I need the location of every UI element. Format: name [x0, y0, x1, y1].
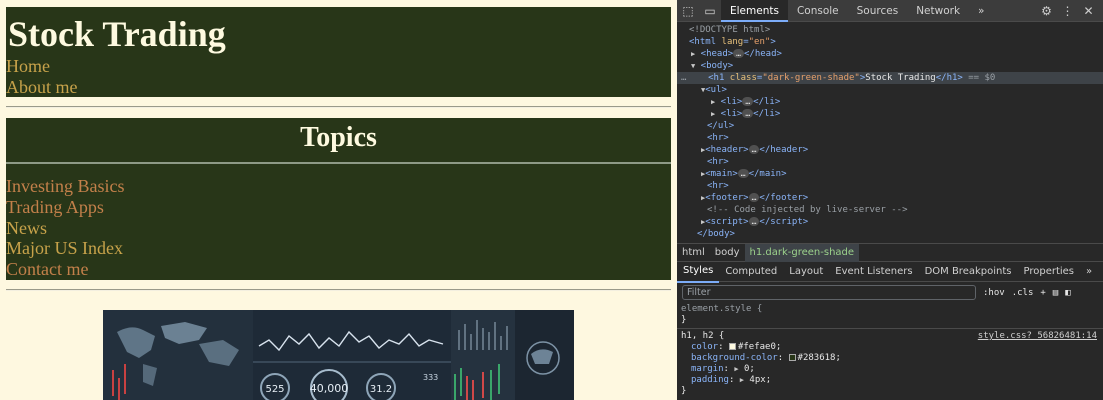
dom-node-body-close[interactable]: </body>	[677, 228, 1103, 240]
topic-link-news[interactable]: News	[6, 218, 125, 239]
tab-computed[interactable]: Computed	[719, 262, 783, 282]
dom-tree: <!DOCTYPE html> <html lang="en"> ▶ <head…	[677, 22, 1103, 243]
more-tabs-icon[interactable]: »	[969, 0, 993, 22]
tab-console[interactable]: Console	[788, 0, 848, 22]
rule-h1-h2[interactable]: h1, h2 { style.css?_56826481:14	[681, 331, 1099, 342]
tab-sources[interactable]: Sources	[848, 0, 908, 22]
topics-heading: Topics	[6, 118, 671, 164]
webpage-viewport: Stock Trading Home About me Topics Inves…	[0, 0, 677, 400]
dom-node-hr[interactable]: <hr>	[677, 156, 1103, 168]
styles-pane-tabs: Styles Computed Layout Event Listeners D…	[677, 261, 1103, 283]
collapsed-ellipsis-badge[interactable]: …	[733, 49, 744, 58]
css-prop-color[interactable]: color: #fefae0;	[691, 342, 781, 353]
topic-link-investing-basics[interactable]: Investing Basics	[6, 176, 125, 197]
expand-arrow-icon[interactable]: ▶	[711, 110, 715, 118]
dom-node-footer[interactable]: ▶<footer>… </footer>	[677, 192, 1103, 204]
dom-node-main[interactable]: ▶<main>… </main>	[677, 168, 1103, 180]
hover-state-button[interactable]: :hov	[983, 288, 1005, 298]
topic-link-major-us-index[interactable]: Major US Index	[6, 238, 125, 259]
divider	[6, 289, 671, 291]
devtools-tab-bar: ⬚ ▭ Elements Console Sources Network » ⚙…	[677, 0, 1103, 22]
tab-network[interactable]: Network	[907, 0, 969, 22]
dom-node-header[interactable]: ▶<header>… </header>	[677, 144, 1103, 156]
breadcrumb-h1[interactable]: h1.dark-green-shade	[744, 243, 860, 262]
color-swatch[interactable]	[728, 343, 736, 350]
topics-section: Topics Investing Basics Trading Apps New…	[6, 118, 671, 280]
topic-link-trading-apps[interactable]: Trading Apps	[6, 197, 125, 218]
collapse-arrow-icon[interactable]: ▼	[691, 62, 695, 70]
dom-node-ul[interactable]: ▼<ul>	[677, 84, 1103, 96]
dom-node-doctype[interactable]: <!DOCTYPE html>	[677, 24, 1103, 36]
settings-gear-icon[interactable]: ⚙	[1036, 0, 1057, 22]
paint-icon[interactable]: ▤	[1053, 288, 1058, 298]
expand-arrow-icon[interactable]: ▶	[711, 98, 715, 106]
device-toolbar-icon[interactable]: ▭	[699, 4, 721, 18]
dom-node-head[interactable]: ▶ <head>… </head>	[677, 48, 1103, 60]
stylesheet-source-link[interactable]: style.css?_56826481:14	[978, 331, 1097, 342]
class-toggle-button[interactable]: .cls	[1012, 288, 1034, 298]
breadcrumb: html body h1.dark-green-shade	[677, 243, 1103, 262]
tab-styles[interactable]: Styles	[677, 261, 720, 283]
hero-number: 525	[265, 384, 284, 395]
tab-event-listeners[interactable]: Event Listeners	[829, 262, 918, 282]
expand-arrow-icon[interactable]: ▶	[691, 50, 695, 58]
more-tabs-icon[interactable]: »	[1080, 262, 1098, 282]
dom-node-html[interactable]: <html lang="en">	[677, 36, 1103, 48]
expand-arrow-icon[interactable]: ▶	[740, 376, 744, 384]
divider	[6, 106, 671, 108]
sidebar-toggle-icon[interactable]: ◧	[1065, 288, 1070, 298]
rule-divider	[677, 328, 1103, 329]
rule-selector: h1, h2 {	[681, 331, 725, 341]
tab-properties[interactable]: Properties	[1017, 262, 1080, 282]
dom-node-script[interactable]: ▶<script>… </script>	[677, 216, 1103, 228]
devtools-panel: ⬚ ▭ Elements Console Sources Network » ⚙…	[677, 0, 1103, 400]
dom-node-hr[interactable]: <hr>	[677, 180, 1103, 192]
css-prop-padding[interactable]: padding: ▶ 4px;	[691, 375, 771, 386]
dom-node-comment[interactable]: <!-- Code injected by live-server -->	[677, 204, 1103, 216]
breadcrumb-html[interactable]: html	[677, 244, 710, 262]
dom-node-li[interactable]: ▶ <li>… </li>	[677, 96, 1103, 108]
color-swatch[interactable]	[788, 354, 796, 361]
element-style-selector[interactable]: element.style {	[681, 304, 762, 315]
dom-node-body[interactable]: ▼ <body>	[677, 60, 1103, 72]
rule-close-brace: }	[681, 315, 687, 325]
rule-close-brace: }	[681, 386, 687, 396]
more-options-icon[interactable]: ⋮	[1057, 0, 1078, 22]
site-title-banner: Stock Trading	[6, 7, 671, 97]
tab-elements[interactable]: Elements	[721, 0, 788, 22]
inspect-element-icon[interactable]: ⬚	[677, 4, 699, 18]
hero-image-trading-dashboard: 525 40,000 31.2 333	[103, 310, 574, 400]
dom-node-h1-selected[interactable]: … <h1 class="dark-green-shade">Stock Tra…	[677, 72, 1103, 85]
nav-link-home[interactable]: Home	[6, 56, 78, 77]
close-icon[interactable]: ✕	[1078, 0, 1099, 22]
site-title: Stock Trading	[8, 14, 226, 54]
hero-number: 40,000	[310, 382, 349, 395]
expand-arrow-icon[interactable]: ▶	[734, 365, 738, 373]
nav-link-about[interactable]: About me	[6, 77, 78, 98]
topics-list: Investing Basics Trading Apps News Major…	[6, 176, 125, 280]
css-prop-background-color[interactable]: background-color: #283618;	[691, 353, 841, 364]
topic-link-contact-me[interactable]: Contact me	[6, 259, 125, 280]
breadcrumb-body[interactable]: body	[710, 244, 745, 262]
css-prop-margin[interactable]: margin: ▶ 0;	[691, 364, 755, 375]
new-rule-button[interactable]: +	[1040, 288, 1045, 298]
tab-layout[interactable]: Layout	[783, 262, 829, 282]
hero-number: 333	[423, 373, 438, 382]
dom-node-hr[interactable]: <hr>	[677, 132, 1103, 144]
dom-node-ul-close[interactable]: </ul>	[677, 120, 1103, 132]
dom-node-li[interactable]: ▶ <li>… </li>	[677, 108, 1103, 120]
filter-input[interactable]: Filter	[682, 285, 976, 300]
hero-number: 31.2	[370, 384, 392, 395]
styles-filter-bar: Filter :hov .cls + ▤ ◧	[677, 283, 1103, 302]
tab-dom-breakpoints[interactable]: DOM Breakpoints	[919, 262, 1018, 282]
main-nav: Home About me	[6, 56, 78, 98]
